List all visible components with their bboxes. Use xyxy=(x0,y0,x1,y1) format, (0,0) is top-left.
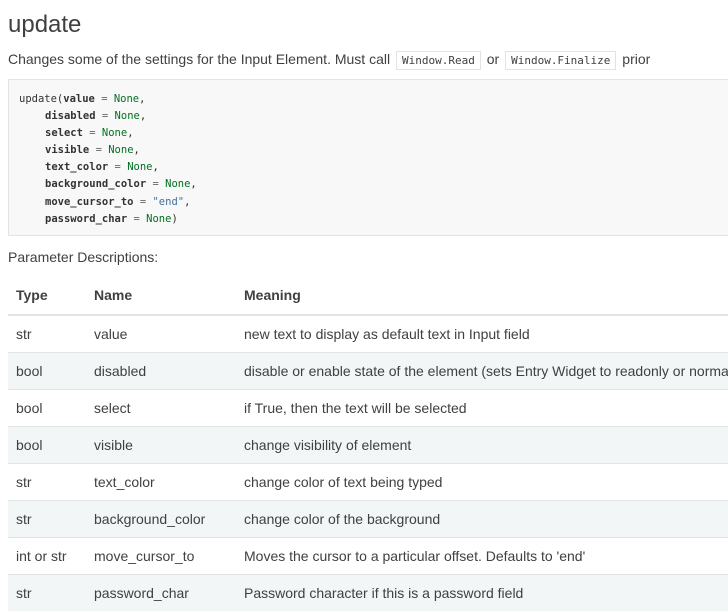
code-param-name: move_cursor_to xyxy=(45,195,134,208)
code-param-default: None xyxy=(127,161,153,174)
doc-page: update Changes some of the settings for … xyxy=(0,0,728,612)
cell-name: value xyxy=(86,314,236,353)
header-name: Name xyxy=(86,276,236,316)
code-function-name: update( xyxy=(19,93,64,105)
cell-name: background_color xyxy=(86,500,236,538)
code-block: update(value = None, disabled = None, sele… xyxy=(8,79,728,236)
code-line: select = None, xyxy=(19,125,728,142)
cell-meaning: if True, then the text will be selected xyxy=(236,389,728,427)
table-row: str value new text to display as default t… xyxy=(8,314,728,353)
code-param-name: background_color xyxy=(45,178,147,191)
code-param-default: None xyxy=(113,93,140,105)
table-row: int or str move_cursor_to Moves the cursor… xyxy=(8,537,728,575)
cell-name: text_color xyxy=(86,463,236,501)
table-header-row: Type Name Meaning xyxy=(8,276,728,316)
cell-type: str xyxy=(8,574,86,611)
header-type: Type xyxy=(8,276,86,316)
code-line: text_color = None, xyxy=(19,159,728,176)
code-param-name: disabled xyxy=(45,110,96,123)
code-param-name: visible xyxy=(45,144,90,157)
header-meaning: Meaning xyxy=(236,276,728,316)
cell-name: disabled xyxy=(86,352,236,390)
table-row: str password_char Password character if th… xyxy=(8,574,728,611)
table-row: bool visible change visibility of element xyxy=(8,426,728,464)
inline-code-window-read: Window.Read xyxy=(395,51,481,70)
code-equals: = xyxy=(108,161,128,174)
code-param-default: None xyxy=(108,144,134,157)
cell-meaning: disable or enable state of the element (… xyxy=(236,352,728,390)
cell-type: bool xyxy=(8,389,86,427)
table-row: str background_color change color of the b… xyxy=(8,500,728,538)
param-descriptions-heading: Parameter Descriptions: xyxy=(8,249,159,265)
code-param-default: None xyxy=(101,127,128,140)
cell-meaning: change visibility of element xyxy=(236,426,728,464)
cell-meaning: Password character if this is a password… xyxy=(236,574,728,611)
page-title: update xyxy=(8,11,82,38)
code-param-name: text_color xyxy=(45,161,109,174)
cell-name: select xyxy=(86,389,236,427)
code-line: background_color = None, xyxy=(19,176,728,193)
code-suffix: , xyxy=(152,161,159,174)
code-suffix: ) xyxy=(171,212,178,225)
code-suffix: , xyxy=(127,127,134,140)
code-equals: = xyxy=(133,195,153,208)
cell-meaning: change color of the background xyxy=(236,500,728,538)
code-suffix: , xyxy=(139,93,146,105)
cell-meaning: change color of text being typed xyxy=(236,463,728,501)
code-suffix: , xyxy=(190,178,197,191)
code-param-default: None xyxy=(114,110,140,123)
cell-type: int or str xyxy=(8,537,86,575)
cell-meaning: Moves the cursor to a particular offset.… xyxy=(236,537,728,575)
code-line: update(value = None, xyxy=(19,91,728,108)
code-param-default: "end" xyxy=(152,195,185,208)
code-line: move_cursor_to = "end", xyxy=(19,194,728,211)
intro-paragraph: Changes some of the settings for the Inp… xyxy=(8,47,728,73)
code-equals: = xyxy=(95,110,115,123)
cell-type: str xyxy=(8,500,86,538)
code-param-name: password_char xyxy=(45,212,128,225)
code-equals: = xyxy=(146,178,166,191)
table-row: bool select if True, then the text will be… xyxy=(8,389,728,427)
code-line: visible = None, xyxy=(19,142,728,159)
cell-name: password_char xyxy=(86,574,236,611)
parameters-table: Type Name Meaning str value new text to di… xyxy=(8,276,728,611)
code-equals: = xyxy=(94,93,114,105)
table-row: bool disabled disable or enable state of t… xyxy=(8,352,728,390)
cell-name: move_cursor_to xyxy=(86,537,236,575)
code-line: password_char = None) xyxy=(19,211,728,228)
code-param-name: value xyxy=(63,93,95,105)
cell-type: str xyxy=(8,314,86,353)
code-suffix: , xyxy=(133,144,140,157)
cell-meaning: new text to display as default text in I… xyxy=(236,314,728,353)
intro-text-before: Changes some of the settings for the Inp… xyxy=(8,51,394,67)
code-equals: = xyxy=(89,144,109,157)
cell-type: bool xyxy=(8,352,86,390)
table-row: str text_color change color of text being … xyxy=(8,463,728,501)
intro-text-after: prior xyxy=(618,51,651,67)
code-equals: = xyxy=(127,212,147,225)
code-suffix: , xyxy=(184,195,191,208)
cell-name: visible xyxy=(86,426,236,464)
code-line: disabled = None, xyxy=(19,108,728,125)
code-equals: = xyxy=(82,127,102,140)
cell-type: bool xyxy=(8,426,86,464)
inline-code-window-finalize: Window.Finalize xyxy=(505,51,617,70)
cell-type: str xyxy=(8,463,86,501)
code-param-default: None xyxy=(146,212,172,225)
code-param-name: select xyxy=(45,127,83,140)
intro-text-mid: or xyxy=(482,51,504,67)
code-suffix: , xyxy=(139,110,147,123)
code-param-default: None xyxy=(165,178,191,191)
